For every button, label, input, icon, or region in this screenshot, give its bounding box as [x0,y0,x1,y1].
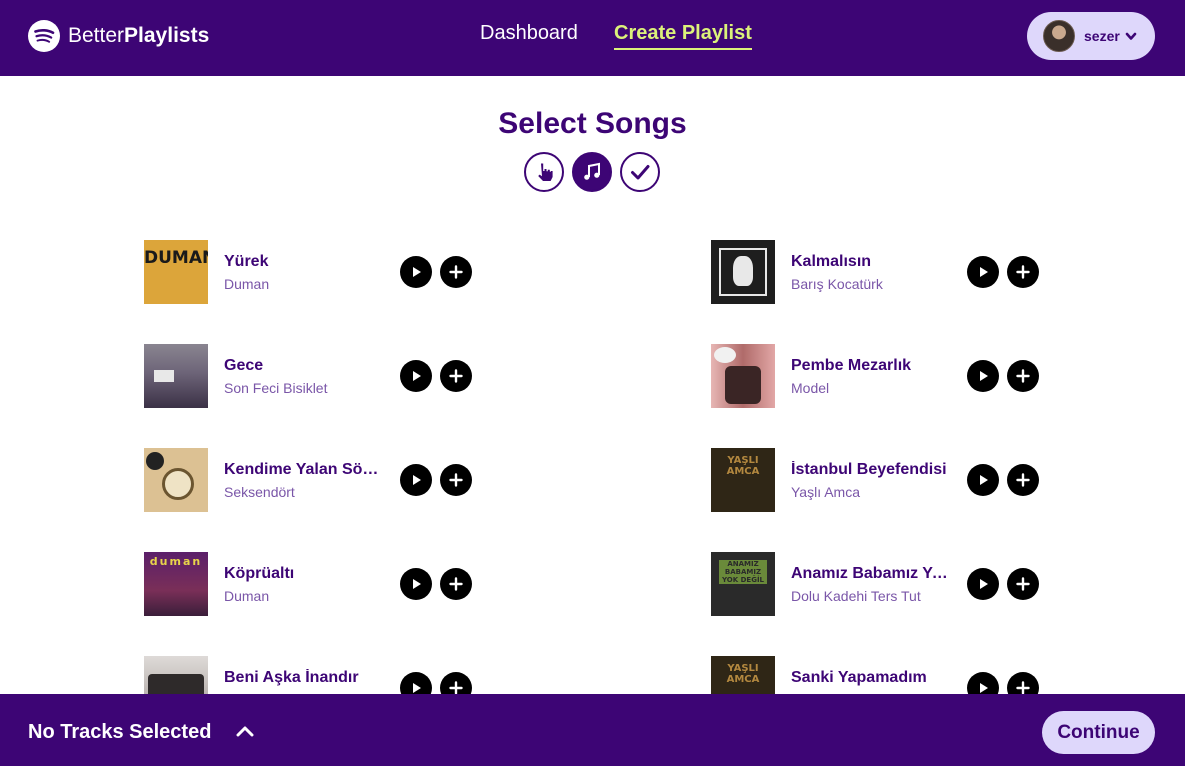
play-icon [413,267,421,277]
plus-icon [1016,369,1030,383]
user-menu-button[interactable]: sezer [1027,12,1155,60]
album-cover: YAŞLI AMCA [711,448,775,512]
play-button[interactable] [400,360,432,392]
plus-icon [449,265,463,279]
step-confirm[interactable] [620,152,660,192]
track-artist: Yaşlı Amca [791,484,860,500]
plus-icon [449,369,463,383]
add-track-button[interactable] [440,464,472,496]
track-artist: Barış Kocatürk [791,276,883,292]
album-cover [144,344,208,408]
selection-status: No Tracks Selected [28,721,212,743]
progress-steps [524,152,660,192]
play-icon [980,579,988,589]
top-navbar: BetterPlaylists Dashboard Create Playlis… [0,0,1185,76]
app-name: BetterPlaylists [68,24,210,47]
track-artist: Duman [224,276,270,292]
spotify-icon [28,20,60,52]
step-select-type[interactable] [524,152,564,192]
track-title: Yürek [224,253,269,270]
track-title: Beni Aşka İnandır [224,669,359,686]
chevron-down-icon [1125,32,1137,40]
track-item: Kalmalısın Barış Kocatürk [711,240,1051,304]
track-title: Pembe Mezarlık [791,357,912,374]
add-track-button[interactable] [440,568,472,600]
track-artist: Model [791,380,830,396]
track-title: Anamız Babamız Yok Değiliz [791,565,951,582]
page-title: Select Songs [498,107,687,140]
plus-icon [1016,473,1030,487]
track-artist: Dolu Kadehi Ters Tut [791,588,921,604]
add-track-button[interactable] [1007,464,1039,496]
play-icon [980,475,988,485]
track-item: ANAMIZ BABAMIZ YOK DEĞİL Anamız Babamız … [711,552,1051,616]
track-item: Pembe Mezarlık Model [711,344,1051,408]
play-button[interactable] [967,360,999,392]
pointer-hand-icon [538,163,553,181]
user-name: sezer [1084,28,1120,44]
play-button[interactable] [400,568,432,600]
track-title: Gece [224,357,264,374]
track-title: İstanbul Beyefendisi [791,461,947,478]
play-button[interactable] [967,568,999,600]
step-select-songs[interactable] [572,152,612,192]
nav-dashboard[interactable]: Dashboard [480,22,578,48]
plus-icon [449,577,463,591]
track-title: Kendime Yalan Söylemeden [224,461,384,478]
album-cover: duman [144,552,208,616]
checkmark-icon [631,165,650,180]
play-icon [980,267,988,277]
play-button[interactable] [400,256,432,288]
track-artist: Son Feci Bisiklet [224,380,328,396]
continue-button[interactable]: Continue [1042,711,1155,754]
track-item: YAŞLI AMCA İstanbul Beyefendisi Yaşlı Am… [711,448,1051,512]
track-artist: Duman [224,588,270,604]
add-track-button[interactable] [440,360,472,392]
track-artist: Seksendört [224,484,295,500]
music-note-icon [584,162,600,180]
nav-create-playlist[interactable]: Create Playlist [614,22,752,50]
play-icon [413,475,421,485]
track-title: Sanki Yapamadım [791,669,927,686]
track-item: duman Köprüaltı Duman [144,552,484,616]
track-item: Kendime Yalan Söylemeden Seksendört [144,448,484,512]
avatar [1043,20,1075,52]
add-track-button[interactable] [1007,360,1039,392]
track-title: Köprüaltı [224,565,295,582]
chevron-up-icon[interactable] [236,724,254,738]
add-track-button[interactable] [440,256,472,288]
app-logo[interactable]: BetterPlaylists [28,20,209,52]
album-cover: ANAMIZ BABAMIZ YOK DEĞİL [711,552,775,616]
plus-icon [449,473,463,487]
selection-bar: No Tracks Selected Continue [0,694,1185,766]
play-button[interactable] [400,464,432,496]
track-item: DUMAN Yürek Duman [144,240,484,304]
album-cover: DUMAN [144,240,208,304]
album-cover [144,448,208,512]
add-track-button[interactable] [1007,568,1039,600]
play-icon [980,371,988,381]
plus-icon [1016,265,1030,279]
play-button[interactable] [967,464,999,496]
play-icon [413,371,421,381]
add-track-button[interactable] [1007,256,1039,288]
album-cover [711,344,775,408]
play-button[interactable] [967,256,999,288]
track-title: Kalmalısın [791,253,872,270]
album-cover [711,240,775,304]
plus-icon [1016,577,1030,591]
track-item: Gece Son Feci Bisiklet [144,344,484,408]
play-icon [413,579,421,589]
